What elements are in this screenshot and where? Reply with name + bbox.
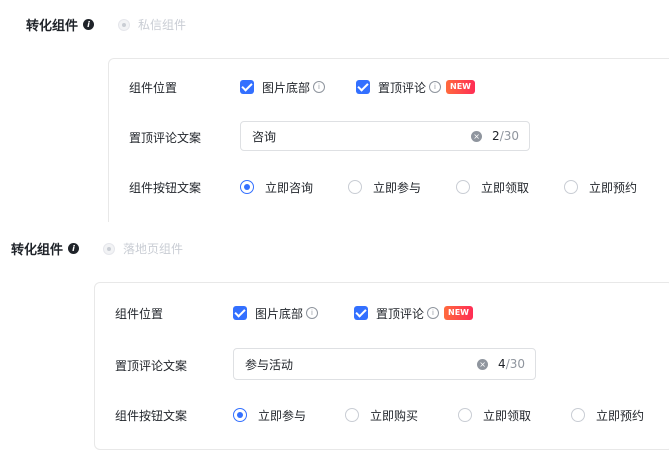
comment-input[interactable]: 咨询 × 2/30 — [240, 121, 530, 151]
disabled-radio — [118, 18, 131, 31]
checkbox-image-bottom[interactable]: 图片底部 i — [233, 305, 319, 322]
comment-row: 置顶评论文案 参与活动 × 4/30 — [95, 348, 669, 380]
radio-selected-icon[interactable] — [233, 408, 247, 422]
button-text-label: 组件按钮文案 — [129, 180, 202, 195]
radio-label: 立即领取 — [483, 408, 532, 423]
radio-label: 立即领取 — [481, 180, 530, 195]
clear-icon[interactable]: × — [477, 358, 489, 370]
position-row: 组件位置 图片底部 i 置顶评论 i NEW — [109, 79, 669, 95]
disabled-option-label: 私信组件 — [138, 18, 187, 32]
checkbox-checked-icon[interactable] — [240, 80, 254, 94]
radio-label: 立即预约 — [596, 408, 645, 423]
checkbox-label: 图片底部 — [262, 80, 311, 95]
info-icon[interactable]: i — [429, 81, 442, 93]
info-icon[interactable]: i — [83, 19, 95, 30]
comment-input[interactable]: 参与活动 × 4/30 — [233, 348, 536, 380]
info-icon[interactable]: i — [313, 81, 326, 93]
checkbox-pinned-comment[interactable]: 置顶评论 i NEW — [354, 305, 473, 322]
component-settings-card: 组件位置 图片底部 i 置顶评论 i NEW 置顶评论文案 咨询 × 2/30 — [108, 58, 669, 228]
checkbox-checked-icon[interactable] — [233, 306, 247, 320]
checkbox-checked-icon[interactable] — [354, 306, 368, 320]
checkbox-label: 置顶评论 — [378, 80, 427, 95]
radio-option[interactable]: 立即参与 — [348, 179, 421, 196]
radio-option[interactable]: 立即预约 — [571, 407, 644, 424]
radio-label: 立即参与 — [373, 180, 422, 195]
radio-unselected-icon[interactable] — [456, 180, 470, 194]
clear-icon[interactable]: × — [471, 130, 483, 142]
comment-input-value[interactable]: 参与活动 — [245, 356, 477, 373]
char-count: 2/30 — [492, 129, 519, 143]
radio-unselected-icon[interactable] — [348, 180, 362, 194]
radio-option[interactable]: 立即预约 — [564, 179, 637, 196]
radio-label: 立即购买 — [370, 408, 419, 423]
info-icon[interactable]: i — [427, 307, 440, 319]
checkbox-pinned-comment[interactable]: 置顶评论 i NEW — [356, 79, 475, 96]
conversion-title: 转化组件 — [11, 243, 64, 258]
conversion-section-2: 转化组件 i 落地页组件 组件位置 图片底部 i 置顶评论 i NEW 置顶评论… — [0, 222, 669, 450]
button-text-row: 组件按钮文案 立即参与 立即购买 立即领取 立即预约 — [95, 407, 669, 423]
info-icon[interactable]: i — [68, 243, 80, 254]
checkbox-label: 置顶评论 — [376, 306, 425, 321]
disabled-option-label: 落地页组件 — [123, 242, 184, 256]
checkbox-label: 图片底部 — [255, 306, 304, 321]
radio-selected-icon[interactable] — [240, 180, 254, 194]
new-badge: NEW — [446, 80, 475, 94]
checkbox-checked-icon[interactable] — [356, 80, 370, 94]
comment-label: 置顶评论文案 — [115, 359, 188, 373]
conversion-row: 转化组件 i 私信组件 — [26, 15, 186, 34]
conversion-section-1: 转化组件 i 私信组件 组件位置 图片底部 i 置顶评论 i NEW 置顶评论文… — [0, 0, 669, 228]
radio-option[interactable]: 立即领取 — [456, 179, 529, 196]
comment-input-value[interactable]: 咨询 — [252, 128, 471, 145]
position-label: 组件位置 — [115, 306, 164, 321]
char-count-max: /30 — [499, 129, 519, 143]
radio-option[interactable]: 立即咨询 — [240, 179, 313, 196]
radio-unselected-icon[interactable] — [345, 408, 359, 422]
radio-option[interactable]: 立即参与 — [233, 407, 306, 424]
comment-label: 置顶评论文案 — [129, 131, 202, 145]
new-badge: NEW — [444, 306, 473, 320]
info-icon[interactable]: i — [306, 307, 319, 319]
checkbox-image-bottom[interactable]: 图片底部 i — [240, 79, 326, 96]
radio-label: 立即参与 — [258, 408, 307, 423]
char-count-current: 4 — [498, 357, 506, 371]
radio-label: 立即预约 — [589, 180, 638, 195]
comment-row: 置顶评论文案 咨询 × 2/30 — [109, 121, 669, 151]
char-count: 4/30 — [498, 357, 525, 371]
conversion-row: 转化组件 i 落地页组件 — [11, 239, 183, 258]
button-text-row: 组件按钮文案 立即咨询 立即参与 立即领取 立即预约 — [109, 179, 669, 195]
position-row: 组件位置 图片底部 i 置顶评论 i NEW — [95, 305, 669, 321]
radio-option[interactable]: 立即购买 — [345, 407, 418, 424]
radio-unselected-icon[interactable] — [571, 408, 585, 422]
radio-unselected-icon[interactable] — [458, 408, 472, 422]
button-text-label: 组件按钮文案 — [115, 408, 188, 423]
component-settings-card: 组件位置 图片底部 i 置顶评论 i NEW 置顶评论文案 参与活动 × 4/3… — [94, 282, 669, 450]
radio-option[interactable]: 立即领取 — [458, 407, 531, 424]
char-count-current: 2 — [492, 129, 500, 143]
position-label: 组件位置 — [129, 80, 178, 95]
disabled-radio — [103, 242, 116, 255]
radio-label: 立即咨询 — [265, 180, 314, 195]
radio-unselected-icon[interactable] — [564, 180, 578, 194]
conversion-title: 转化组件 — [26, 19, 79, 34]
char-count-max: /30 — [505, 357, 525, 371]
